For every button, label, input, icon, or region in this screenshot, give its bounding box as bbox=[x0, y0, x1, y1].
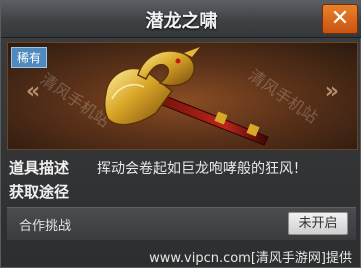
weapon-showcase: 稀有 « » 清风手机站 清风手机站 bbox=[7, 42, 358, 150]
obtain-method-name: 合作挑战 bbox=[19, 219, 72, 234]
close-icon: ✕ bbox=[330, 6, 350, 31]
obtain-label: 获取途径 bbox=[9, 183, 70, 201]
obtain-status-button[interactable]: 未开启 bbox=[288, 212, 348, 235]
chevron-right-icon: » bbox=[324, 79, 339, 104]
rarity-badge: 稀有 bbox=[11, 47, 48, 68]
item-detail-dialog: 潜龙之啸 ✕ 稀有 « » 清风手机站 清风手机站 道具描述 挥动会卷起如巨龙咆… bbox=[0, 0, 361, 268]
source-watermark: www.vipcn.com[清风手游网]提供 bbox=[149, 251, 352, 266]
item-description: 挥动会卷起如巨龙咆哮般的狂风！ bbox=[97, 161, 307, 177]
description-label: 道具描述 bbox=[9, 159, 70, 177]
obtain-method-row: 合作挑战 未开启 bbox=[7, 207, 356, 240]
close-button[interactable]: ✕ bbox=[322, 4, 358, 34]
dragon-axe-image bbox=[103, 47, 269, 146]
dialog-titlebar: 潜龙之啸 ✕ bbox=[1, 1, 361, 38]
dialog-title: 潜龙之啸 bbox=[145, 11, 218, 32]
